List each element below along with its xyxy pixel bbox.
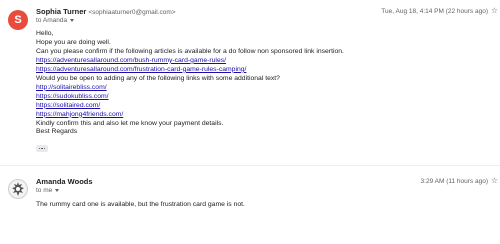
- body-line: Hope you are doing well.: [36, 38, 111, 46]
- body-link[interactable]: https://mahjong4friends.com/: [36, 111, 344, 120]
- recipient-text: to Amanda: [36, 17, 68, 24]
- body-line: Would you be open to adding any of the f…: [36, 74, 280, 82]
- caret-down-icon: [70, 19, 75, 22]
- sender-email: <sophiaaturner0@gmail.com>: [88, 9, 176, 16]
- divider: [0, 165, 500, 166]
- recipient-details-toggle[interactable]: to me: [36, 187, 60, 194]
- star-icon[interactable]: ☆: [491, 176, 498, 185]
- sender-name-text: Sophia Turner: [36, 7, 87, 16]
- body-link[interactable]: https://solitaired.com/: [36, 102, 344, 111]
- star-icon[interactable]: ☆: [491, 6, 498, 15]
- body-line: Hello,: [36, 30, 54, 37]
- sender-avatar[interactable]: S: [8, 10, 28, 30]
- avatar-photo-icon: [10, 181, 26, 197]
- caret-down-icon: [55, 189, 60, 192]
- sender-name[interactable]: Sophia Turner <sophiaaturner0@gmail.com>: [36, 7, 176, 16]
- body-link[interactable]: http://solitairebliss.com/: [36, 84, 344, 93]
- body-line: Kindly confirm this and also let me know…: [36, 119, 224, 127]
- message-body: The rummy card one is available, but the…: [36, 201, 245, 208]
- avatar-letter: S: [14, 14, 22, 26]
- sender-avatar[interactable]: [8, 179, 28, 199]
- show-trimmed-content-icon[interactable]: [36, 145, 48, 152]
- body-link[interactable]: https://sudokubliss.com/: [36, 93, 344, 102]
- body-line: Best Regards: [36, 128, 78, 136]
- message-body: Hello, Hope you are doing well. Can you pl…: [36, 30, 344, 137]
- message-time: Tue, Aug 18, 4:14 PM (22 hours ago): [381, 8, 488, 15]
- body-link[interactable]: https://adventuresallaround.com/bush-rum…: [36, 57, 344, 66]
- body-link[interactable]: https://adventuresallaround.com/frustrat…: [36, 66, 344, 75]
- message-time: 3:29 AM (11 hours ago): [420, 178, 488, 185]
- recipient-text: to me: [36, 187, 53, 194]
- sender-name[interactable]: Amanda Woods: [36, 177, 93, 186]
- body-line: Can you please confirm if the following …: [36, 47, 344, 55]
- recipient-details-toggle[interactable]: to Amanda: [36, 17, 75, 24]
